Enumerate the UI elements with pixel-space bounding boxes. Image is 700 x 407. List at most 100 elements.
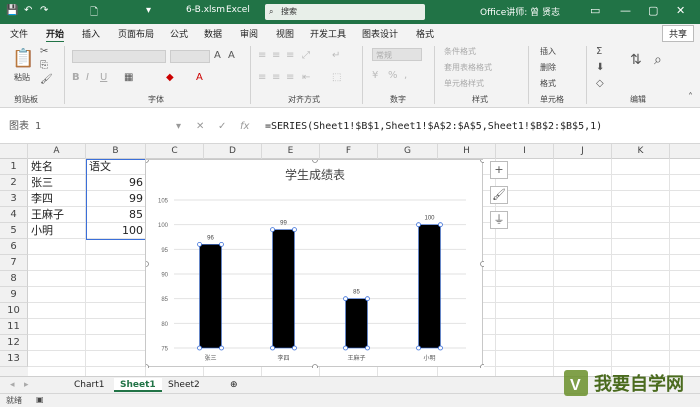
- sheet-tab-sheet1[interactable]: Sheet1: [114, 378, 162, 392]
- format-as-table-button[interactable]: 套用表格格式: [444, 62, 492, 73]
- tab-page-layout[interactable]: 页面布局: [118, 27, 154, 40]
- format-cells-button[interactable]: 格式: [540, 78, 556, 89]
- undo-icon[interactable]: ↶: [24, 5, 32, 16]
- row-header-12[interactable]: 12: [0, 335, 28, 351]
- bar-selection-handle[interactable]: [219, 242, 224, 247]
- border-icon[interactable]: ▦: [124, 72, 133, 83]
- tab-view[interactable]: 视图: [276, 27, 294, 40]
- row-header-10[interactable]: 10: [0, 303, 28, 319]
- number-format-combo[interactable]: 常规: [372, 48, 422, 61]
- bar-selection-handle[interactable]: [438, 222, 443, 228]
- currency-icon[interactable]: ¥: [372, 70, 378, 81]
- select-all-corner[interactable]: [0, 144, 28, 159]
- chart-styles-button[interactable]: 🖌: [490, 186, 508, 204]
- bar-selection-handle[interactable]: [292, 227, 297, 232]
- delete-cells-button[interactable]: 删除: [540, 62, 556, 73]
- column-header-j[interactable]: J: [554, 144, 612, 159]
- row-header-5[interactable]: 5: [0, 223, 28, 239]
- tab-format[interactable]: 格式: [416, 27, 434, 40]
- ribbon-display-icon[interactable]: ▭: [590, 4, 600, 17]
- share-button[interactable]: 共享: [661, 25, 694, 42]
- italic-icon[interactable]: I: [86, 72, 89, 83]
- grow-font-icon[interactable]: A: [214, 50, 221, 61]
- chart-elements-button[interactable]: +: [490, 161, 508, 179]
- enter-icon[interactable]: ✓: [218, 121, 226, 132]
- fill-icon[interactable]: ⬇: [596, 62, 604, 73]
- cell-a4[interactable]: 王麻子: [28, 207, 86, 223]
- chart-resize-handle[interactable]: [312, 160, 318, 163]
- font-name-combo[interactable]: [72, 50, 166, 63]
- comma-icon[interactable]: ,: [404, 70, 407, 81]
- collapse-ribbon-icon[interactable]: ˄: [688, 92, 693, 103]
- bar-selection-handle[interactable]: [365, 296, 370, 302]
- tab-file[interactable]: 文件: [10, 27, 28, 40]
- namebox-dropdown-icon[interactable]: ▾: [176, 121, 181, 132]
- fill-color-icon[interactable]: ◆: [166, 72, 174, 83]
- formula-input[interactable]: =SERIES(Sheet1!$B$1,Sheet1!$A$2:$A$5,She…: [265, 119, 695, 135]
- chart-bar[interactable]: [272, 229, 295, 349]
- cell-a5[interactable]: 小明: [28, 223, 86, 239]
- autosum-icon[interactable]: Σ: [596, 46, 602, 57]
- bar-selection-handle[interactable]: [219, 345, 224, 351]
- chart-resize-handle[interactable]: [312, 364, 318, 369]
- save-icon[interactable]: 💾: [6, 5, 18, 16]
- row-header-13[interactable]: 13: [0, 351, 28, 367]
- conditional-format-button[interactable]: 条件格式: [444, 46, 476, 57]
- data-label[interactable]: 100: [424, 216, 435, 222]
- close-icon[interactable]: ✕: [676, 4, 685, 17]
- chart-resize-handle[interactable]: [480, 364, 485, 369]
- tab-home[interactable]: 开始: [46, 27, 65, 43]
- font-color-icon[interactable]: A: [196, 72, 203, 83]
- chart-bar[interactable]: [345, 298, 368, 349]
- align-center-icon[interactable]: ≡: [272, 72, 280, 83]
- chart-resize-handle[interactable]: [480, 261, 485, 267]
- column-header-b[interactable]: B: [86, 144, 146, 159]
- column-header-d[interactable]: D: [204, 144, 262, 159]
- align-right-icon[interactable]: ≡: [286, 72, 294, 83]
- tab-chart-design[interactable]: 图表设计: [362, 27, 398, 40]
- row-header-1[interactable]: 1: [0, 159, 28, 175]
- underline-icon[interactable]: U: [100, 72, 107, 83]
- tab-review[interactable]: 审阅: [240, 27, 258, 40]
- macro-record-icon[interactable]: ▣: [36, 395, 44, 404]
- column-header-i[interactable]: I: [496, 144, 554, 159]
- bar-selection-handle[interactable]: [438, 345, 443, 351]
- bar-selection-handle[interactable]: [343, 296, 348, 302]
- column-header-a[interactable]: A: [28, 144, 86, 159]
- row-header-9[interactable]: 9: [0, 287, 28, 303]
- user-name[interactable]: Office讲师: 曾 贤志: [480, 5, 560, 18]
- row-header-11[interactable]: 11: [0, 319, 28, 335]
- paste-icon[interactable]: 📋: [12, 48, 34, 69]
- data-label[interactable]: 96: [207, 235, 214, 241]
- tab-data[interactable]: 数据: [204, 27, 222, 40]
- column-header-g[interactable]: G: [378, 144, 438, 159]
- chart-bar[interactable]: [199, 244, 222, 349]
- chart-resize-handle[interactable]: [146, 160, 149, 163]
- redo-icon[interactable]: ↷: [40, 5, 48, 16]
- sort-filter-icon[interactable]: ⇅: [630, 52, 642, 68]
- tab-scroll-right-icon[interactable]: ▸: [18, 378, 35, 392]
- tab-insert[interactable]: 插入: [82, 27, 100, 40]
- new-file-icon[interactable]: 🗋: [90, 5, 98, 22]
- font-size-combo[interactable]: [170, 50, 210, 63]
- clear-icon[interactable]: ◇: [596, 78, 604, 89]
- cell-styles-button[interactable]: 单元格样式: [444, 78, 484, 89]
- row-header-8[interactable]: 8: [0, 271, 28, 287]
- chart-resize-handle[interactable]: [480, 160, 485, 163]
- align-top-icon[interactable]: ≡: [258, 50, 266, 61]
- sheet-tab-sheet2[interactable]: Sheet2: [162, 378, 206, 392]
- search-box[interactable]: ⌕ 搜索: [265, 4, 425, 20]
- merge-center-icon[interactable]: ⬚: [332, 72, 341, 83]
- bar-selection-handle[interactable]: [292, 345, 297, 351]
- insert-cells-button[interactable]: 插入: [540, 46, 556, 57]
- cut-icon[interactable]: ✂: [40, 46, 48, 57]
- column-header-e[interactable]: E: [262, 144, 320, 159]
- orientation-icon[interactable]: ⤢: [302, 50, 310, 61]
- chart-resize-handle[interactable]: [146, 261, 149, 267]
- percent-icon[interactable]: %: [388, 70, 398, 81]
- column-header-k[interactable]: K: [612, 144, 670, 159]
- bar-selection-handle[interactable]: [416, 345, 421, 351]
- name-box[interactable]: 图表 1: [4, 119, 154, 135]
- column-header-h[interactable]: H: [438, 144, 496, 159]
- align-bottom-icon[interactable]: ≡: [286, 50, 294, 61]
